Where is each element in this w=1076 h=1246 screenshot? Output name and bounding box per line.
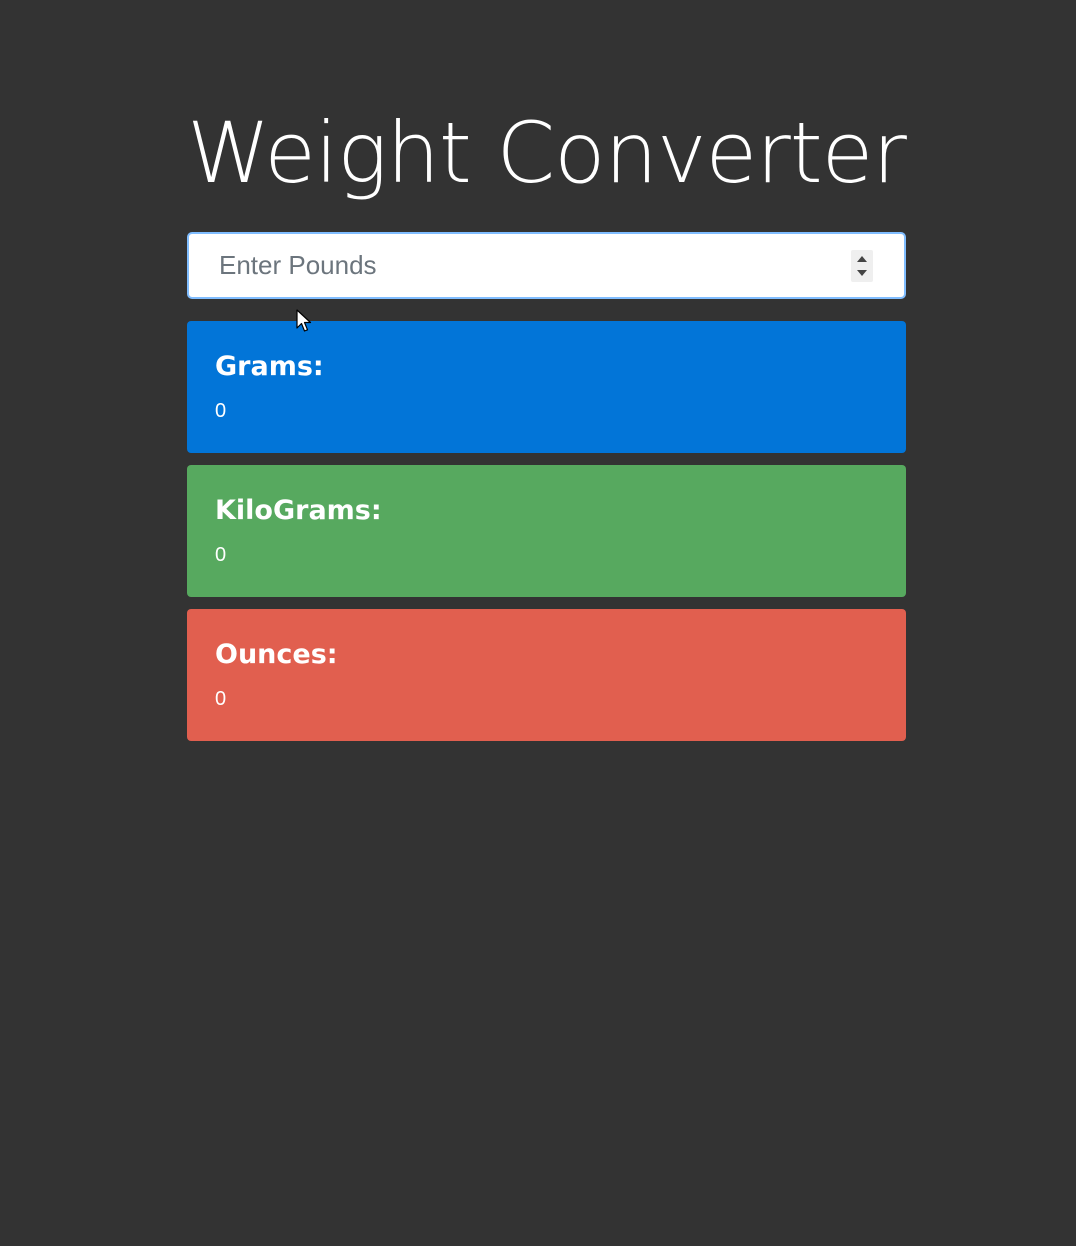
ounces-label: Ounces: bbox=[215, 639, 338, 670]
mouse-pointer-icon bbox=[296, 309, 312, 332]
spin-up-icon[interactable] bbox=[857, 256, 867, 262]
spin-down-icon[interactable] bbox=[857, 270, 867, 276]
kilograms-value: 0 bbox=[215, 544, 227, 566]
kilograms-card: KiloGrams: 0 bbox=[187, 465, 906, 597]
grams-card: Grams: 0 bbox=[187, 321, 906, 453]
grams-value: 0 bbox=[215, 400, 227, 422]
kilograms-label: KiloGrams: bbox=[215, 495, 382, 526]
ounces-card: Ounces: 0 bbox=[187, 609, 906, 741]
pounds-input[interactable] bbox=[189, 234, 829, 297]
grams-label: Grams: bbox=[215, 351, 324, 382]
pounds-input-wrapper[interactable] bbox=[187, 232, 906, 299]
number-spinner-icon[interactable] bbox=[851, 250, 873, 282]
ounces-value: 0 bbox=[215, 688, 227, 710]
page-title: Weight Converter bbox=[187, 104, 907, 202]
